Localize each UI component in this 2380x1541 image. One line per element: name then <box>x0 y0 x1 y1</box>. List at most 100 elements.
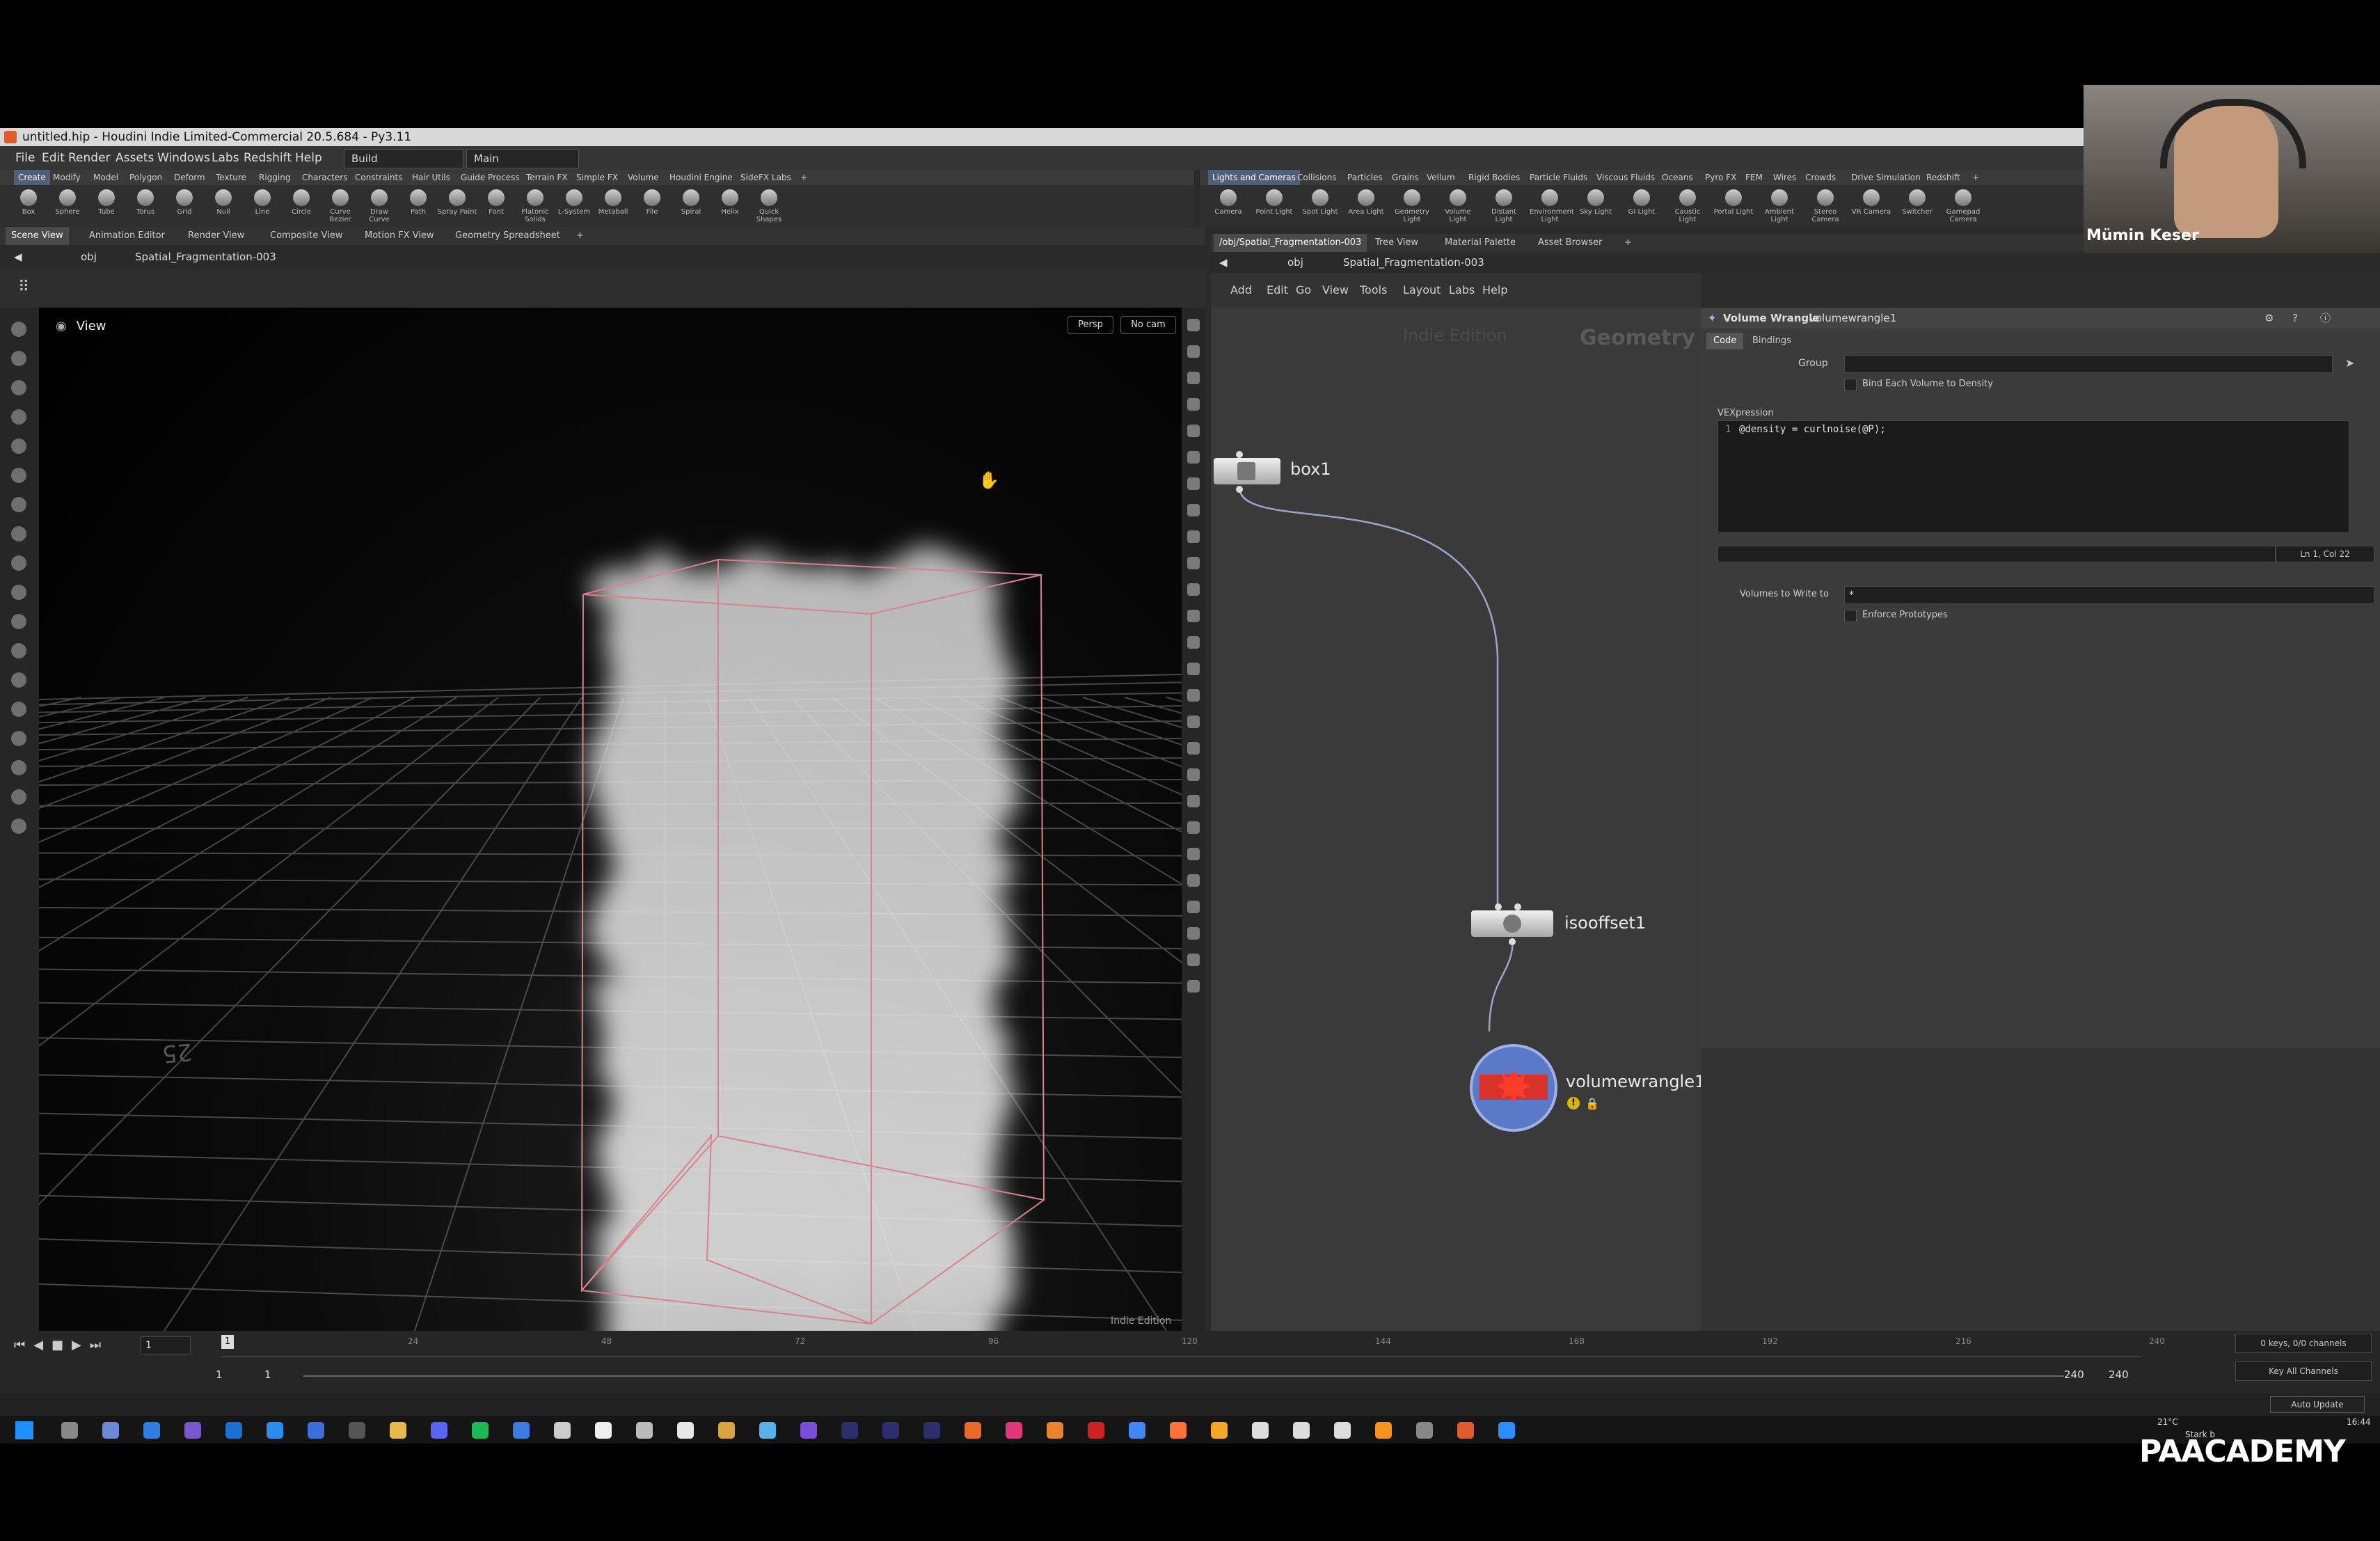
node-input-dot[interactable] <box>1236 451 1243 458</box>
taskbar-app-icon[interactable] <box>841 1422 858 1439</box>
viewport-tool-icon[interactable] <box>11 819 26 834</box>
taskbar-app-icon[interactable] <box>102 1422 119 1439</box>
display-option-icon[interactable] <box>1187 636 1200 649</box>
taskbar-app-icon[interactable] <box>308 1422 324 1439</box>
shelf-tool-4[interactable]: Geometry Light <box>1392 185 1432 223</box>
current-frame-field[interactable]: 1 <box>141 1336 191 1354</box>
tab-tree-view[interactable]: Tree View <box>1375 234 1418 252</box>
net-menu-go[interactable]: Go <box>1296 273 1311 308</box>
add-tab-icon[interactable]: + <box>1624 234 1632 252</box>
shelf-tab[interactable]: Hair Utils <box>412 170 450 185</box>
taskbar-app-icon[interactable] <box>390 1422 406 1439</box>
taskbar-app-icon[interactable] <box>965 1422 981 1439</box>
taskbar-app-icon[interactable] <box>718 1422 735 1439</box>
node-output-dot[interactable] <box>1509 938 1516 945</box>
menu-windows[interactable]: Windows <box>157 146 210 170</box>
shelf-tab-volume[interactable]: Volume <box>628 170 659 185</box>
shelf-tool-19[interactable]: Quick Shapes <box>749 185 789 223</box>
viewport-tool-icon[interactable] <box>11 380 26 395</box>
net-menu-labs[interactable]: Labs <box>1449 273 1475 308</box>
display-option-icon[interactable] <box>1187 980 1200 993</box>
keys-channels-field[interactable]: 0 keys, 0/0 channels <box>2235 1334 2372 1353</box>
grid-menu-icon[interactable]: ⠿ <box>18 278 29 296</box>
shelf-tab[interactable]: Drive Simulation <box>1851 170 1921 185</box>
shelf-tool-15[interactable]: Switcher <box>1897 185 1937 216</box>
viewport-tool-icon[interactable] <box>11 731 26 746</box>
taskbar-app-icon[interactable] <box>1457 1422 1474 1439</box>
playback-controls[interactable]: ⏮◀■▶⏭ <box>14 1338 109 1352</box>
node-isooffset1[interactable] <box>1471 910 1553 937</box>
viewport-tool-icon[interactable] <box>11 409 26 425</box>
taskbar-app-icon[interactable] <box>759 1422 776 1439</box>
display-option-icon[interactable] <box>1187 504 1200 516</box>
scene-viewport[interactable]: 25 ✋ Indie Edition ◉ View Persp No cam <box>39 308 1182 1331</box>
net-menu-edit[interactable]: Edit <box>1267 273 1288 308</box>
shelf-tab[interactable]: Vellum <box>1427 170 1455 185</box>
shelf-tab-lights[interactable]: Lights and Cameras <box>1208 170 1300 185</box>
net-menu-help[interactable]: Help <box>1482 273 1507 308</box>
taskbar-app-icon[interactable] <box>1211 1422 1228 1439</box>
taskbar-app-icon[interactable] <box>554 1422 571 1439</box>
viewport-tool-icon[interactable] <box>11 497 26 512</box>
shelf-tool-8[interactable]: Curve Bezier <box>320 185 360 223</box>
range-start[interactable]: 1 <box>216 1368 223 1381</box>
taskbar-app-icon[interactable] <box>923 1422 940 1439</box>
taskbar-app-icon[interactable] <box>472 1422 489 1439</box>
display-option-icon[interactable] <box>1187 319 1200 331</box>
taskbar-app-icon[interactable] <box>267 1422 283 1439</box>
vex-code-editor[interactable]: 1 @density = curlnoise(@P); <box>1717 420 2349 533</box>
shelf-tool-1[interactable]: Point Light <box>1254 185 1294 216</box>
viewport-tool-icon[interactable] <box>11 438 26 454</box>
shelf-tab[interactable]: Houdini Engine <box>669 170 733 185</box>
shelf-tool-5[interactable]: Null <box>203 185 244 216</box>
taskbar-app-icon[interactable] <box>882 1422 899 1439</box>
display-option-icon[interactable] <box>1187 901 1200 913</box>
shelf-tool-10[interactable]: Caustic Light <box>1667 185 1708 223</box>
menu-file[interactable]: File <box>15 146 35 170</box>
lock-icon[interactable]: 🔒 <box>1585 1097 1599 1110</box>
viewport-tool-icon[interactable] <box>11 789 26 805</box>
shelf-tool-0[interactable]: Box <box>8 185 49 216</box>
shelf-tool-15[interactable]: Metaball <box>593 185 633 216</box>
display-option-icon[interactable] <box>1187 848 1200 860</box>
net-menu-view[interactable]: View <box>1322 273 1349 308</box>
display-option-icon[interactable] <box>1187 557 1200 569</box>
display-option-icon[interactable] <box>1187 345 1200 358</box>
tab-code[interactable]: Code <box>1706 333 1744 349</box>
shelf-tool-14[interactable]: VR Camera <box>1851 185 1891 216</box>
taskbar-app-icon[interactable] <box>1252 1422 1269 1439</box>
display-option-icon[interactable] <box>1187 689 1200 702</box>
shelf-tool-11[interactable]: Portal Light <box>1713 185 1754 216</box>
shelf-tool-0[interactable]: Camera <box>1208 185 1248 216</box>
shelf-tool-16[interactable]: File <box>632 185 672 216</box>
shelf-tool-7[interactable]: Circle <box>281 185 322 216</box>
taskbar-app-icon[interactable] <box>1129 1422 1145 1439</box>
taskbar-app-icon[interactable] <box>1088 1422 1104 1439</box>
shelf-tool-13[interactable]: Stereo Camera <box>1805 185 1846 223</box>
camera-menu[interactable]: No cam <box>1120 316 1176 334</box>
add-shelf-tab-icon[interactable]: + <box>1972 170 1979 185</box>
shelf-tab[interactable]: Terrain FX <box>526 170 568 185</box>
shelf-tab[interactable]: Viscous Fluids <box>1596 170 1655 185</box>
shelf-tab[interactable]: Characters <box>302 170 348 185</box>
tab-render-view[interactable]: Render View <box>188 227 244 245</box>
menu-redshift[interactable]: Redshift <box>244 146 292 170</box>
display-option-icon[interactable] <box>1187 768 1200 781</box>
taskbar-app-icon[interactable] <box>1498 1422 1515 1439</box>
enforce-prototypes-checkbox[interactable] <box>1844 610 1857 622</box>
taskbar-app-icon[interactable] <box>1416 1422 1433 1439</box>
shelf-tab[interactable]: Particles <box>1347 170 1383 185</box>
path-root[interactable]: obj <box>81 245 97 269</box>
network-editor[interactable]: Indie Edition Geometry box1 isooffset1 ✸… <box>1211 308 1701 1331</box>
select-arrow-icon[interactable]: ➤ <box>2345 356 2354 370</box>
key-all-channels-select[interactable]: Key All Channels <box>2235 1361 2372 1381</box>
viewport-tool-icon[interactable] <box>11 760 26 775</box>
range-end-2[interactable]: 240 <box>2109 1368 2129 1381</box>
display-option-icon[interactable] <box>1187 610 1200 622</box>
shelf-tool-10[interactable]: Path <box>398 185 438 216</box>
shelf-tab[interactable]: Particle Fluids <box>1530 170 1587 185</box>
node-input-dot[interactable] <box>1514 903 1521 910</box>
taskbar-app-icon[interactable] <box>1375 1422 1392 1439</box>
net-menu-layout[interactable]: Layout <box>1403 273 1441 308</box>
shelf-tab[interactable]: Deform <box>174 170 205 185</box>
